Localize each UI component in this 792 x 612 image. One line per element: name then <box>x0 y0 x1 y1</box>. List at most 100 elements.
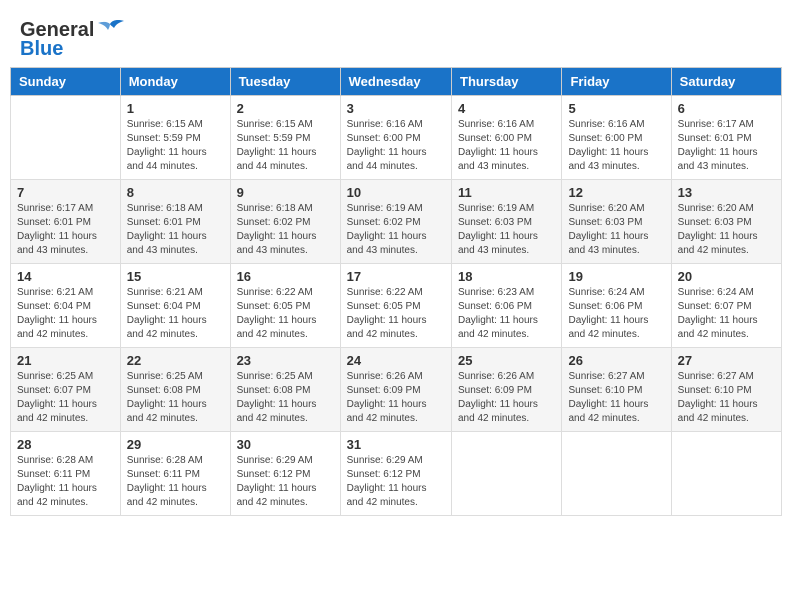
calendar-cell: 29 Sunrise: 6:28 AM Sunset: 6:11 PM Dayl… <box>120 432 230 516</box>
sunrise-text: Sunrise: 6:22 AM <box>237 286 334 300</box>
weekday-header-row: SundayMondayTuesdayWednesdayThursdayFrid… <box>11 68 782 96</box>
daylight-text: Daylight: 11 hours and 42 minutes. <box>347 314 445 342</box>
daylight-text: Daylight: 11 hours and 42 minutes. <box>127 398 224 426</box>
calendar-cell: 11 Sunrise: 6:19 AM Sunset: 6:03 PM Dayl… <box>452 180 562 264</box>
calendar-cell: 31 Sunrise: 6:29 AM Sunset: 6:12 PM Dayl… <box>340 432 451 516</box>
sunset-text: Sunset: 6:01 PM <box>127 216 224 230</box>
day-info: Sunrise: 6:22 AM Sunset: 6:05 PM Dayligh… <box>237 286 334 342</box>
day-info: Sunrise: 6:24 AM Sunset: 6:07 PM Dayligh… <box>678 286 775 342</box>
daylight-text: Daylight: 11 hours and 42 minutes. <box>347 398 445 426</box>
day-info: Sunrise: 6:21 AM Sunset: 6:04 PM Dayligh… <box>127 286 224 342</box>
calendar-week-row: 14 Sunrise: 6:21 AM Sunset: 6:04 PM Dayl… <box>11 264 782 348</box>
calendar-cell: 12 Sunrise: 6:20 AM Sunset: 6:03 PM Dayl… <box>562 180 671 264</box>
day-number: 9 <box>237 185 334 200</box>
sunrise-text: Sunrise: 6:18 AM <box>127 202 224 216</box>
calendar-cell <box>562 432 671 516</box>
sunset-text: Sunset: 6:05 PM <box>237 300 334 314</box>
calendar-cell: 5 Sunrise: 6:16 AM Sunset: 6:00 PM Dayli… <box>562 96 671 180</box>
sunrise-text: Sunrise: 6:20 AM <box>678 202 775 216</box>
daylight-text: Daylight: 11 hours and 43 minutes. <box>568 146 664 174</box>
day-number: 15 <box>127 269 224 284</box>
day-number: 31 <box>347 437 445 452</box>
calendar-cell: 2 Sunrise: 6:15 AM Sunset: 5:59 PM Dayli… <box>230 96 340 180</box>
daylight-text: Daylight: 11 hours and 42 minutes. <box>458 398 555 426</box>
calendar-cell: 25 Sunrise: 6:26 AM Sunset: 6:09 PM Dayl… <box>452 348 562 432</box>
day-info: Sunrise: 6:22 AM Sunset: 6:05 PM Dayligh… <box>347 286 445 342</box>
sunrise-text: Sunrise: 6:28 AM <box>127 454 224 468</box>
sunset-text: Sunset: 6:06 PM <box>458 300 555 314</box>
day-info: Sunrise: 6:27 AM Sunset: 6:10 PM Dayligh… <box>568 370 664 426</box>
day-info: Sunrise: 6:18 AM Sunset: 6:01 PM Dayligh… <box>127 202 224 258</box>
day-number: 10 <box>347 185 445 200</box>
day-info: Sunrise: 6:21 AM Sunset: 6:04 PM Dayligh… <box>17 286 114 342</box>
day-info: Sunrise: 6:23 AM Sunset: 6:06 PM Dayligh… <box>458 286 555 342</box>
sunrise-text: Sunrise: 6:16 AM <box>458 118 555 132</box>
day-info: Sunrise: 6:26 AM Sunset: 6:09 PM Dayligh… <box>458 370 555 426</box>
sunset-text: Sunset: 6:08 PM <box>127 384 224 398</box>
calendar-cell: 24 Sunrise: 6:26 AM Sunset: 6:09 PM Dayl… <box>340 348 451 432</box>
day-number: 11 <box>458 185 555 200</box>
sunset-text: Sunset: 6:08 PM <box>237 384 334 398</box>
sunset-text: Sunset: 6:01 PM <box>17 216 114 230</box>
calendar-cell: 7 Sunrise: 6:17 AM Sunset: 6:01 PM Dayli… <box>11 180 121 264</box>
daylight-text: Daylight: 11 hours and 42 minutes. <box>458 314 555 342</box>
sunrise-text: Sunrise: 6:15 AM <box>127 118 224 132</box>
calendar-cell: 21 Sunrise: 6:25 AM Sunset: 6:07 PM Dayl… <box>11 348 121 432</box>
calendar-cell: 27 Sunrise: 6:27 AM Sunset: 6:10 PM Dayl… <box>671 348 781 432</box>
day-number: 24 <box>347 353 445 368</box>
daylight-text: Daylight: 11 hours and 43 minutes. <box>458 230 555 258</box>
calendar-cell: 3 Sunrise: 6:16 AM Sunset: 6:00 PM Dayli… <box>340 96 451 180</box>
day-number: 8 <box>127 185 224 200</box>
sunset-text: Sunset: 6:01 PM <box>678 132 775 146</box>
day-number: 30 <box>237 437 334 452</box>
day-number: 16 <box>237 269 334 284</box>
day-number: 13 <box>678 185 775 200</box>
sunrise-text: Sunrise: 6:25 AM <box>127 370 224 384</box>
calendar-cell <box>11 96 121 180</box>
weekday-header-tuesday: Tuesday <box>230 68 340 96</box>
day-number: 12 <box>568 185 664 200</box>
weekday-header-saturday: Saturday <box>671 68 781 96</box>
sunrise-text: Sunrise: 6:21 AM <box>17 286 114 300</box>
day-info: Sunrise: 6:16 AM Sunset: 6:00 PM Dayligh… <box>568 118 664 174</box>
day-info: Sunrise: 6:15 AM Sunset: 5:59 PM Dayligh… <box>127 118 224 174</box>
daylight-text: Daylight: 11 hours and 42 minutes. <box>678 398 775 426</box>
calendar-cell: 18 Sunrise: 6:23 AM Sunset: 6:06 PM Dayl… <box>452 264 562 348</box>
calendar-cell <box>452 432 562 516</box>
daylight-text: Daylight: 11 hours and 43 minutes. <box>17 230 114 258</box>
daylight-text: Daylight: 11 hours and 42 minutes. <box>237 398 334 426</box>
daylight-text: Daylight: 11 hours and 42 minutes. <box>237 482 334 510</box>
calendar-cell: 17 Sunrise: 6:22 AM Sunset: 6:05 PM Dayl… <box>340 264 451 348</box>
sunrise-text: Sunrise: 6:15 AM <box>237 118 334 132</box>
day-number: 19 <box>568 269 664 284</box>
day-number: 7 <box>17 185 114 200</box>
calendar-cell: 19 Sunrise: 6:24 AM Sunset: 6:06 PM Dayl… <box>562 264 671 348</box>
day-info: Sunrise: 6:27 AM Sunset: 6:10 PM Dayligh… <box>678 370 775 426</box>
calendar-cell: 23 Sunrise: 6:25 AM Sunset: 6:08 PM Dayl… <box>230 348 340 432</box>
sunrise-text: Sunrise: 6:17 AM <box>17 202 114 216</box>
sunset-text: Sunset: 6:10 PM <box>568 384 664 398</box>
day-number: 18 <box>458 269 555 284</box>
sunrise-text: Sunrise: 6:25 AM <box>17 370 114 384</box>
daylight-text: Daylight: 11 hours and 44 minutes. <box>127 146 224 174</box>
day-number: 1 <box>127 101 224 116</box>
calendar-cell: 14 Sunrise: 6:21 AM Sunset: 6:04 PM Dayl… <box>11 264 121 348</box>
sunrise-text: Sunrise: 6:21 AM <box>127 286 224 300</box>
sunrise-text: Sunrise: 6:17 AM <box>678 118 775 132</box>
sunset-text: Sunset: 6:03 PM <box>678 216 775 230</box>
day-info: Sunrise: 6:24 AM Sunset: 6:06 PM Dayligh… <box>568 286 664 342</box>
weekday-header-friday: Friday <box>562 68 671 96</box>
day-number: 3 <box>347 101 445 116</box>
sunset-text: Sunset: 6:05 PM <box>347 300 445 314</box>
daylight-text: Daylight: 11 hours and 42 minutes. <box>127 314 224 342</box>
daylight-text: Daylight: 11 hours and 43 minutes. <box>678 146 775 174</box>
day-info: Sunrise: 6:25 AM Sunset: 6:07 PM Dayligh… <box>17 370 114 426</box>
sunset-text: Sunset: 6:09 PM <box>458 384 555 398</box>
calendar-cell: 6 Sunrise: 6:17 AM Sunset: 6:01 PM Dayli… <box>671 96 781 180</box>
sunset-text: Sunset: 6:03 PM <box>568 216 664 230</box>
sunrise-text: Sunrise: 6:29 AM <box>237 454 334 468</box>
day-number: 5 <box>568 101 664 116</box>
calendar-week-row: 28 Sunrise: 6:28 AM Sunset: 6:11 PM Dayl… <box>11 432 782 516</box>
day-info: Sunrise: 6:17 AM Sunset: 6:01 PM Dayligh… <box>17 202 114 258</box>
day-number: 6 <box>678 101 775 116</box>
